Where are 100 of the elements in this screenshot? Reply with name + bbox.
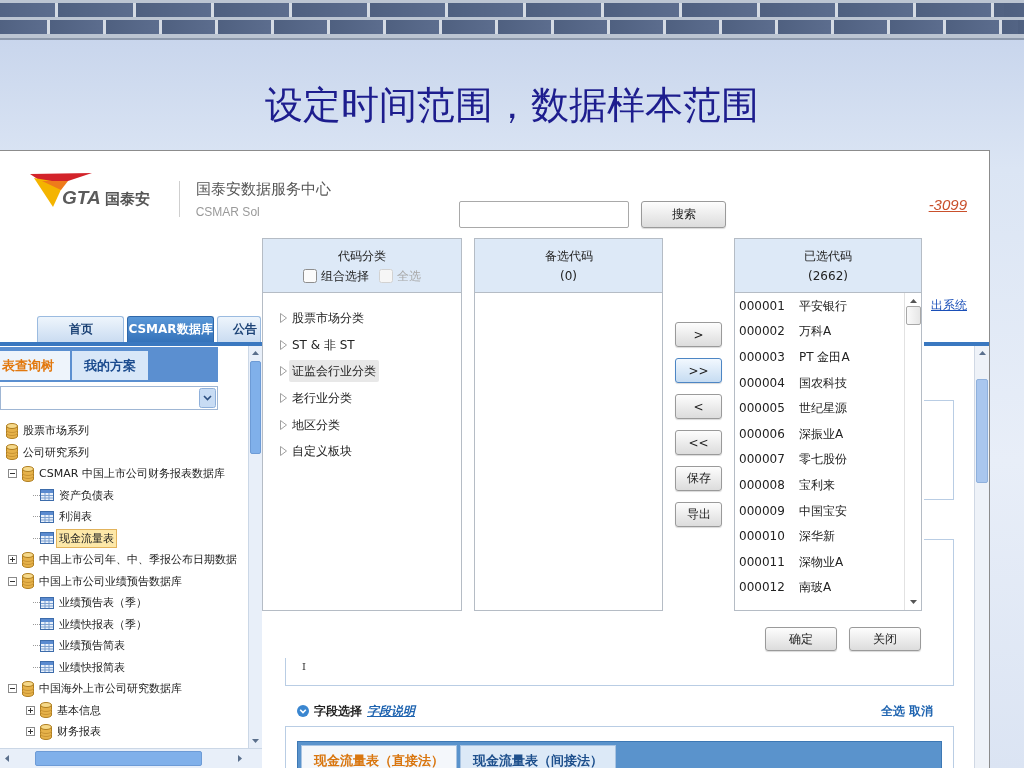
stock-name[interactable]: 世纪星源 — [799, 400, 847, 417]
chevron-circle-icon[interactable] — [297, 705, 309, 717]
table-icon — [40, 661, 54, 674]
stock-code[interactable]: 000009 — [739, 502, 785, 519]
stock-code[interactable]: 000005 — [739, 400, 785, 417]
logout-link[interactable]: 出系统 — [931, 298, 967, 312]
stock-name[interactable]: 深振业A — [799, 425, 844, 442]
expand-icon[interactable] — [26, 705, 35, 715]
stock-name[interactable]: 宝利来 — [799, 476, 835, 493]
tree-item[interactable]: 中国上市公司业绩预告数据库 — [36, 571, 185, 591]
stock-code[interactable]: 000001 — [739, 297, 785, 314]
scroll-thumb[interactable] — [35, 751, 202, 766]
scroll-right-icon — [238, 755, 242, 762]
help-link[interactable]: 字段说明 — [367, 702, 415, 720]
transfer-button[interactable]: >> — [675, 358, 722, 383]
tree-item[interactable]: 财务报表 — [54, 722, 104, 742]
search-button[interactable]: 搜索 — [641, 201, 726, 228]
tree-item[interactable]: 公司研究系列 — [20, 442, 92, 462]
tree-item[interactable]: 股票市场系列 — [20, 421, 92, 441]
nav-tab[interactable]: 首页 — [37, 316, 124, 342]
expand-triangle-icon[interactable] — [280, 393, 287, 404]
stock-name[interactable]: PT 金田A — [799, 349, 850, 365]
dialog-button[interactable]: 关闭 — [849, 627, 921, 651]
tree-item[interactable]: 中国上市公司年、中、季报公布日期数据 — [36, 550, 240, 570]
transfer-button[interactable]: < — [675, 394, 722, 419]
dialog-button[interactable]: 确定 — [765, 627, 837, 651]
tree-item[interactable]: 业绩快报表（季） — [56, 614, 150, 634]
tree-item[interactable]: 利润表 — [56, 507, 95, 527]
code-count: (0) — [560, 267, 577, 284]
vertical-scrollbar[interactable] — [904, 293, 921, 610]
scroll-thumb[interactable] — [976, 379, 988, 483]
tree-item[interactable]: CSMAR 中国上市公司财务报表数据库 — [36, 464, 228, 484]
nav-tab[interactable]: CSMAR数据库 — [127, 316, 214, 342]
stock-code[interactable]: 000006 — [739, 425, 785, 442]
horizontal-scrollbar[interactable] — [0, 748, 262, 768]
expand-triangle-icon[interactable] — [280, 366, 287, 377]
code-count: (2662) — [808, 267, 848, 284]
tree-item[interactable]: 业绩预告简表 — [56, 636, 128, 656]
stock-code[interactable]: 000012 — [739, 579, 785, 596]
scroll-left-icon — [5, 755, 9, 762]
transfer-button[interactable]: 保存 — [675, 466, 722, 491]
stock-name[interactable]: 国农科技 — [799, 374, 847, 391]
scroll-thumb[interactable] — [250, 361, 261, 454]
stock-code[interactable]: 000007 — [739, 451, 785, 468]
stock-name[interactable]: 万科A — [799, 323, 832, 340]
vertical-scrollbar[interactable] — [248, 346, 262, 748]
stock-code[interactable]: 000004 — [739, 374, 785, 391]
vertical-scrollbar[interactable] — [974, 346, 989, 768]
tree-item[interactable]: 中国海外上市公司研究数据库 — [36, 679, 185, 699]
category-item[interactable]: 地区分类 — [289, 413, 343, 436]
scroll-up-icon — [909, 299, 917, 303]
expand-triangle-icon[interactable] — [280, 339, 287, 350]
nav-tab[interactable]: 公告 — [217, 316, 261, 342]
stock-code[interactable]: 000002 — [739, 323, 785, 340]
dropdown-field[interactable] — [0, 386, 218, 410]
search-field[interactable] — [459, 201, 629, 228]
tree-item[interactable]: 基本信息 — [54, 700, 104, 720]
sidebar-tab[interactable]: 我的方案 — [72, 351, 148, 380]
expand-triangle-icon[interactable] — [280, 419, 287, 430]
stock-name[interactable]: 南玻A — [799, 579, 832, 596]
category-item[interactable]: 自定义板块 — [289, 440, 355, 463]
category-item[interactable]: 证监会行业分类 — [289, 360, 379, 383]
tree-item[interactable]: 资产负债表 — [56, 485, 117, 505]
expand-icon[interactable] — [8, 555, 17, 565]
collapse-icon[interactable] — [8, 576, 17, 586]
action-link[interactable]: 全选 — [881, 702, 905, 720]
scroll-thumb[interactable] — [905, 306, 921, 325]
transfer-button[interactable]: 导出 — [675, 502, 722, 527]
checkbox-option[interactable]: 组合选择 — [303, 267, 369, 284]
database-icon — [22, 465, 34, 482]
stock-name[interactable]: 中国宝安 — [799, 502, 847, 519]
stock-name[interactable]: 深物业A — [799, 553, 844, 570]
panel-text: I — [302, 661, 306, 673]
tree-item[interactable]: 现金流量表 — [56, 528, 117, 548]
collapse-icon[interactable] — [8, 684, 17, 694]
stock-name[interactable]: 深华新 — [799, 528, 835, 545]
category-item[interactable]: 老行业分类 — [289, 387, 355, 410]
checkbox[interactable] — [303, 268, 317, 283]
collapse-icon[interactable] — [8, 469, 17, 479]
expand-triangle-icon[interactable] — [280, 446, 287, 457]
stock-code[interactable]: 000003 — [739, 349, 785, 365]
tree-item[interactable]: 业绩预告表（季） — [56, 593, 150, 613]
expand-icon[interactable] — [26, 727, 35, 737]
stock-name[interactable]: 平安银行 — [799, 297, 847, 314]
transfer-button[interactable]: << — [675, 430, 722, 455]
stock-name[interactable]: 零七股份 — [799, 451, 847, 468]
category-item[interactable]: 股票市场分类 — [289, 307, 367, 330]
stock-code[interactable]: 000008 — [739, 476, 785, 493]
action-link[interactable]: 取消 — [909, 702, 933, 720]
database-icon — [6, 422, 18, 439]
stock-code[interactable]: 000010 — [739, 528, 785, 545]
section-title: 字段选择 — [314, 702, 362, 720]
table-icon — [40, 618, 54, 631]
stock-code[interactable]: 000011 — [739, 553, 785, 570]
expand-triangle-icon[interactable] — [280, 313, 287, 324]
transfer-button[interactable]: > — [675, 322, 722, 347]
phone-link[interactable]: -3099 — [928, 197, 967, 213]
table-tab[interactable]: 现金流量表（间接法） — [460, 745, 616, 768]
tree-item[interactable]: 业绩快报简表 — [56, 657, 128, 677]
category-item[interactable]: ST & 非 ST — [289, 333, 358, 356]
